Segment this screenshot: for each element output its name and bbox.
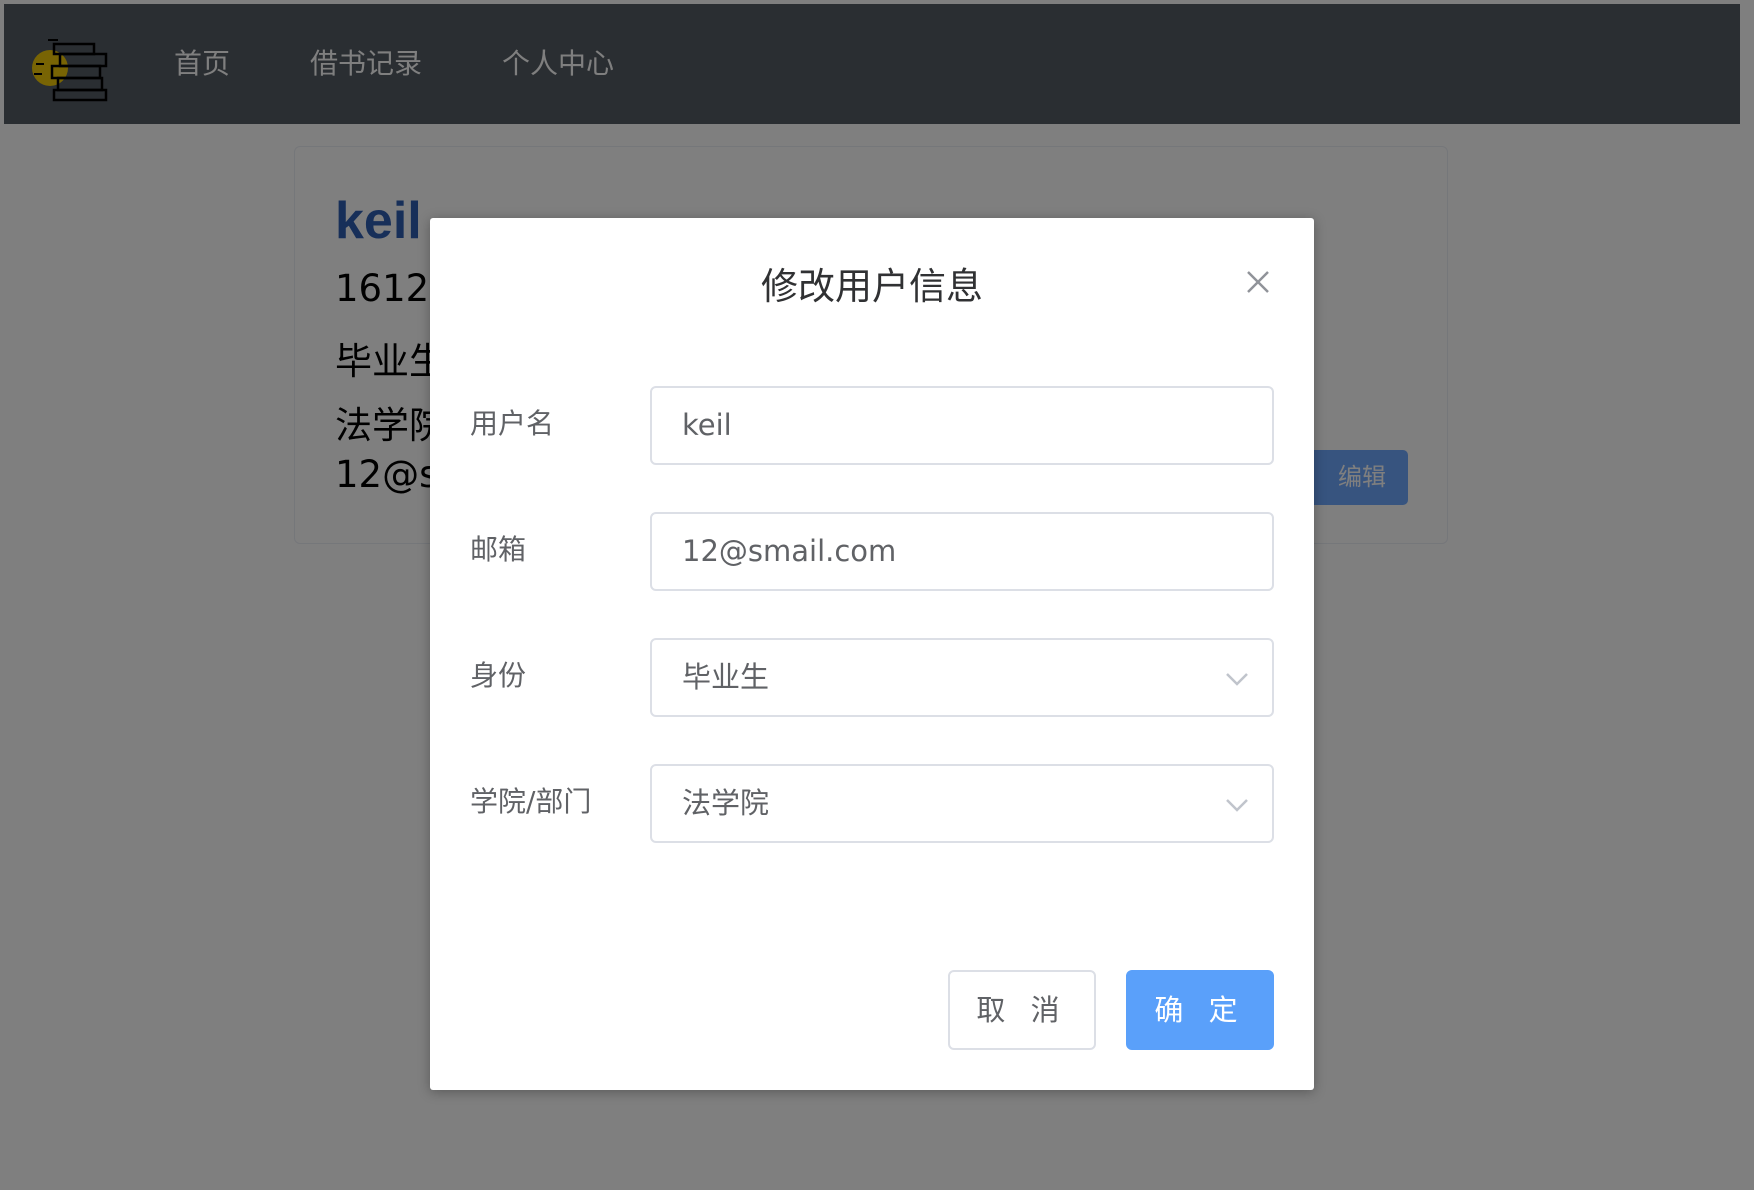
dialog-title: 修改用户信息 bbox=[761, 265, 983, 308]
confirm-button[interactable]: 确 定 bbox=[1126, 970, 1274, 1050]
cancel-button[interactable]: 取 消 bbox=[948, 970, 1096, 1050]
chevron-down-icon bbox=[1226, 673, 1248, 686]
identity-select[interactable]: 毕业生 bbox=[650, 638, 1274, 717]
identity-value: 毕业生 bbox=[682, 660, 770, 694]
username-label: 用户名 bbox=[470, 407, 555, 440]
username-input[interactable]: keil bbox=[650, 386, 1274, 465]
email-value: 12@smail.com bbox=[682, 534, 897, 568]
email-label: 邮箱 bbox=[470, 533, 527, 566]
department-value: 法学院 bbox=[682, 786, 770, 820]
email-input[interactable]: 12@smail.com bbox=[650, 512, 1274, 591]
close-icon[interactable] bbox=[1238, 262, 1278, 302]
identity-label: 身份 bbox=[470, 659, 527, 692]
department-select[interactable]: 法学院 bbox=[650, 764, 1274, 843]
username-value: keil bbox=[682, 408, 732, 442]
department-label: 学院/部门 bbox=[470, 785, 592, 818]
chevron-down-icon bbox=[1226, 799, 1248, 812]
edit-user-dialog: 修改用户信息 用户名 keil 邮箱 12@smail.com 身份 毕业生 学… bbox=[430, 218, 1314, 1090]
